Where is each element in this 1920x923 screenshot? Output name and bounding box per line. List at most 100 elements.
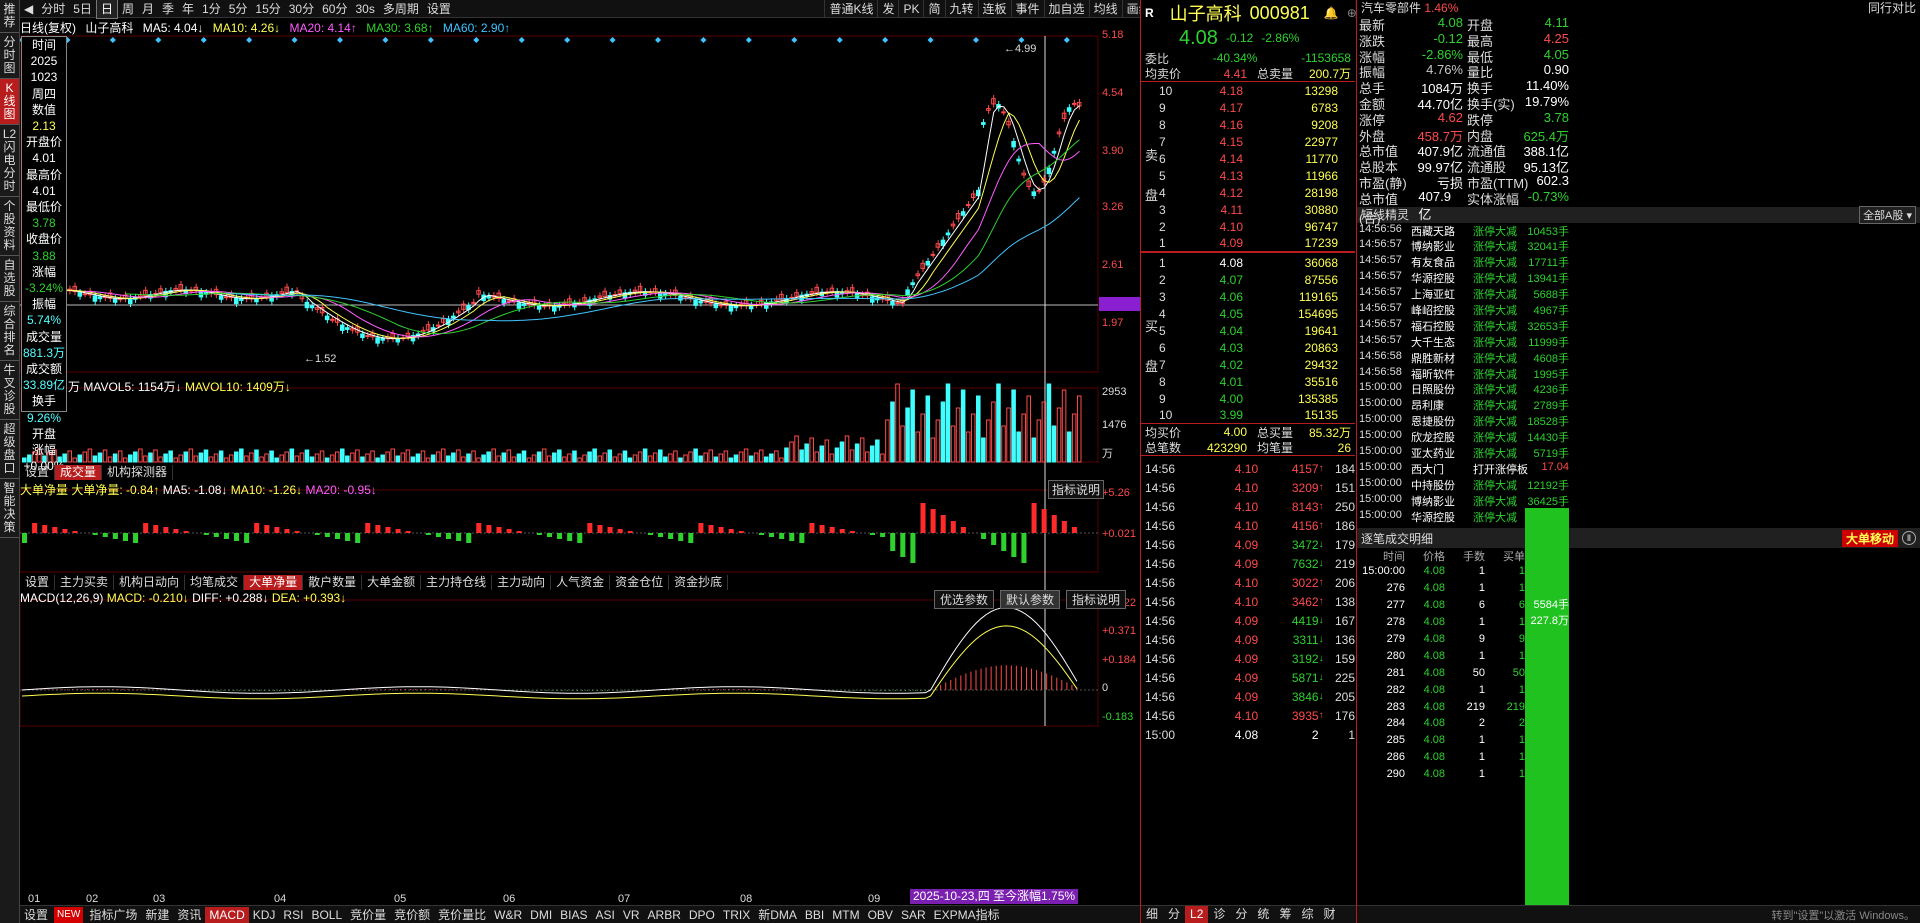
bottom-tab-1[interactable]: NEW — [54, 906, 84, 923]
indicator-tab-6[interactable]: 大单金额 — [362, 574, 422, 590]
peer-compare-link[interactable]: 同行对比 — [1868, 0, 1916, 16]
order-row[interactable]: 7 4.02 29432 — [1141, 356, 1355, 373]
toolbar-tool-1[interactable]: 发 — [877, 0, 898, 18]
period-tab-6[interactable]: 年 — [178, 0, 198, 18]
spirit-row[interactable]: 14:56:57 大千生态 涨停大减 11999手 — [1357, 334, 1920, 350]
bottom-tab-21[interactable]: BBI — [801, 907, 828, 923]
bottom-tab-16[interactable]: VR — [619, 907, 644, 923]
detail-tab-1[interactable]: 分 — [1163, 906, 1185, 923]
bottom-tab-24[interactable]: SAR — [897, 907, 930, 923]
period-tab-4[interactable]: 月 — [138, 0, 158, 18]
bottom-tab-13[interactable]: DMI — [526, 907, 556, 923]
indicator-tab-10[interactable]: 资金仓位 — [610, 574, 670, 590]
macd-button-0[interactable]: 优选参数 — [934, 590, 995, 609]
period-tab-0[interactable]: 分时 — [37, 0, 69, 18]
period-tab-9[interactable]: 15分 — [251, 0, 284, 18]
order-row[interactable]: 3 4.06 119165 — [1141, 289, 1355, 306]
order-row[interactable]: 2 4.10 96747 — [1141, 218, 1355, 235]
spirit-row[interactable]: 14:56:56 西藏天路 涨停大减 10453手 — [1357, 223, 1920, 239]
sidebar-tab-8[interactable]: 超级盘口 — [0, 420, 19, 479]
spirit-row[interactable]: 15:00:00 西大门 打开涨停板 17.04 — [1357, 461, 1920, 477]
bottom-tab-18[interactable]: DPO — [685, 907, 719, 923]
order-row[interactable]: 8 4.16 9208 — [1141, 117, 1355, 134]
spirit-row[interactable]: 14:56:57 华源控股 涨停大减 13941手 — [1357, 270, 1920, 286]
period-tab-1[interactable]: 5日 — [69, 0, 96, 18]
period-tab-5[interactable]: 季 — [158, 0, 178, 18]
bottom-tab-5[interactable]: MACD — [205, 906, 249, 923]
toolbar-tool-0[interactable]: 普通K线 — [824, 0, 877, 18]
order-row[interactable]: 6 4.14 11770 — [1141, 151, 1355, 168]
volume-tab-2[interactable]: 机构探测器 — [102, 464, 174, 480]
detail-tab-5[interactable]: 统 — [1252, 906, 1274, 923]
indicator-tab-4[interactable]: 大单净量 — [244, 574, 304, 590]
bell-icon[interactable]: 🔔 — [1324, 6, 1339, 20]
bottom-tab-14[interactable]: BIAS — [556, 907, 591, 923]
toolbar-tool-4[interactable]: 九转 — [944, 0, 978, 18]
indicator-tab-5[interactable]: 散户数量 — [303, 574, 363, 590]
detail-tab-4[interactable]: 分 — [1230, 906, 1252, 923]
spirit-row[interactable]: 15:00:00 中持股份 涨停大减 12192手 — [1357, 477, 1920, 493]
toolbar-tool-2[interactable]: PK — [898, 0, 923, 18]
bottom-tab-12[interactable]: W&R — [490, 907, 526, 923]
order-row[interactable]: 10 3.99 15135 — [1141, 407, 1355, 424]
period-tab-2[interactable]: 日 — [95, 0, 118, 19]
spirit-row[interactable]: 14:56:57 上海亚虹 涨停大减 5688手 — [1357, 286, 1920, 302]
order-row[interactable]: 8 4.01 35516 — [1141, 373, 1355, 390]
bottom-tab-17[interactable]: ARBR — [644, 907, 685, 923]
period-tab-7[interactable]: 1分 — [198, 0, 225, 18]
bottom-tab-15[interactable]: ASI — [592, 907, 619, 923]
order-row[interactable]: 4 4.05 154695 — [1141, 306, 1355, 323]
period-tab-13[interactable]: 多周期 — [379, 0, 423, 18]
order-row[interactable]: 5 4.13 11966 — [1141, 167, 1355, 184]
bottom-tab-9[interactable]: 竞价量 — [346, 907, 390, 923]
spirit-row[interactable]: 14:56:57 博纳影业 涨停大减 32041手 — [1357, 238, 1920, 254]
volume-tab-1[interactable]: 成交量 — [55, 464, 103, 480]
bottom-tab-25[interactable]: EXPMA指标 — [930, 907, 1004, 923]
sidebar-tab-5[interactable]: 自选股 — [0, 256, 19, 302]
big-order-move-button[interactable]: 大单移动 — [1841, 529, 1898, 547]
spirit-row[interactable]: 14:56:58 鼎胜新材 涨停大减 4608手 — [1357, 350, 1920, 366]
bottom-tab-23[interactable]: OBV — [864, 907, 897, 923]
detail-tab-6[interactable]: 筹 — [1274, 906, 1296, 923]
bottom-tab-19[interactable]: TRIX — [719, 907, 754, 923]
sidebar-tab-6[interactable]: 综合排名 — [0, 302, 19, 361]
spirit-row[interactable]: 14:56:57 峰岹控股 涨停大减 4967手 — [1357, 302, 1920, 318]
toolbar-tool-6[interactable]: 事件 — [1010, 0, 1044, 18]
detail-tab-8[interactable]: 财 — [1318, 906, 1340, 923]
bottom-tab-10[interactable]: 竞价额 — [390, 907, 434, 923]
period-tab-10[interactable]: 30分 — [285, 0, 318, 18]
spirit-row[interactable]: 14:56:58 福昕软件 涨停大减 1995手 — [1357, 366, 1920, 382]
bottom-tab-2[interactable]: 指标广场 — [85, 907, 141, 923]
volume-tab-0[interactable]: 设置 — [20, 464, 56, 480]
detail-tab-0[interactable]: 细 — [1141, 906, 1163, 923]
spirit-row[interactable]: 15:00:00 昂利康 涨停大减 2789手 — [1357, 397, 1920, 413]
order-row[interactable]: 3 4.11 30880 — [1141, 201, 1355, 218]
period-tab-12[interactable]: 30s — [351, 0, 378, 18]
spirit-filter[interactable]: 全部A股 ▾ — [1859, 205, 1916, 224]
sidebar-tab-4[interactable]: 个股资料 — [0, 197, 19, 256]
bottom-tab-22[interactable]: MTM — [828, 907, 863, 923]
period-tab-8[interactable]: 5分 — [225, 0, 252, 18]
order-row[interactable]: 6 4.03 20863 — [1141, 339, 1355, 356]
toolbar-tool-8[interactable]: 均线 — [1088, 0, 1122, 18]
spirit-row[interactable]: 15:00:00 欣龙控股 涨停大减 14430手 — [1357, 429, 1920, 445]
indicator-tab-9[interactable]: 人气资金 — [551, 574, 611, 590]
order-row[interactable]: 2 4.07 87556 — [1141, 272, 1355, 289]
toolbar-tool-5[interactable]: 连板 — [977, 0, 1011, 18]
indicator-tab-11[interactable]: 资金抄底 — [669, 574, 729, 590]
spirit-row[interactable]: 15:00:00 日照股份 涨停大减 4236手 — [1357, 381, 1920, 397]
order-row[interactable]: 10 4.18 13298 — [1141, 83, 1355, 100]
bottom-tab-11[interactable]: 竞价量比 — [434, 907, 490, 923]
order-row[interactable]: 7 4.15 22977 — [1141, 134, 1355, 151]
macd-button-1[interactable]: 默认参数 — [1000, 590, 1061, 609]
order-row[interactable]: 9 4.00 135385 — [1141, 390, 1355, 407]
bottom-tab-3[interactable]: 新建 — [141, 907, 173, 923]
spirit-row[interactable]: 14:56:57 有友食品 涨停大减 17711手 — [1357, 254, 1920, 270]
macd-button-2[interactable]: 指标说明 — [1066, 590, 1127, 609]
order-row[interactable]: 4 4.12 28198 — [1141, 184, 1355, 201]
bottom-tab-20[interactable]: 新DMA — [754, 907, 801, 923]
period-tab-14[interactable]: 设置 — [423, 0, 455, 18]
toolbar-tool-7[interactable]: 加自选 — [1043, 0, 1089, 18]
toolbar-tool-3[interactable]: 简 — [923, 0, 944, 18]
period-tab-3[interactable]: 周 — [118, 0, 138, 18]
